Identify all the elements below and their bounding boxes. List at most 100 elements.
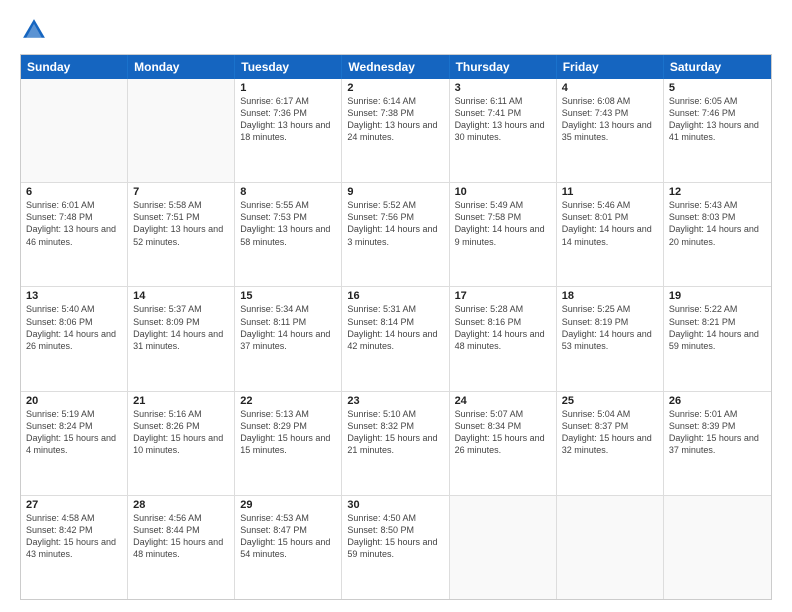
day-info: Sunrise: 5:40 AM Sunset: 8:06 PM Dayligh… bbox=[26, 303, 122, 352]
day-info: Sunrise: 6:17 AM Sunset: 7:36 PM Dayligh… bbox=[240, 95, 336, 144]
day-number: 1 bbox=[240, 82, 336, 94]
day-info: Sunrise: 5:46 AM Sunset: 8:01 PM Dayligh… bbox=[562, 199, 658, 248]
day-info: Sunrise: 5:01 AM Sunset: 8:39 PM Dayligh… bbox=[669, 408, 766, 457]
day-cell-13: 13Sunrise: 5:40 AM Sunset: 8:06 PM Dayli… bbox=[21, 287, 128, 390]
day-number: 5 bbox=[669, 82, 766, 94]
day-info: Sunrise: 5:10 AM Sunset: 8:32 PM Dayligh… bbox=[347, 408, 443, 457]
day-info: Sunrise: 4:50 AM Sunset: 8:50 PM Dayligh… bbox=[347, 512, 443, 561]
day-number: 22 bbox=[240, 395, 336, 407]
day-header-friday: Friday bbox=[557, 55, 664, 79]
day-number: 15 bbox=[240, 290, 336, 302]
day-header-monday: Monday bbox=[128, 55, 235, 79]
day-cell-26: 26Sunrise: 5:01 AM Sunset: 8:39 PM Dayli… bbox=[664, 392, 771, 495]
day-cell-empty bbox=[450, 496, 557, 599]
day-number: 14 bbox=[133, 290, 229, 302]
day-info: Sunrise: 5:34 AM Sunset: 8:11 PM Dayligh… bbox=[240, 303, 336, 352]
day-cell-empty bbox=[128, 79, 235, 182]
day-cell-1: 1Sunrise: 6:17 AM Sunset: 7:36 PM Daylig… bbox=[235, 79, 342, 182]
day-info: Sunrise: 5:16 AM Sunset: 8:26 PM Dayligh… bbox=[133, 408, 229, 457]
day-info: Sunrise: 5:55 AM Sunset: 7:53 PM Dayligh… bbox=[240, 199, 336, 248]
day-info: Sunrise: 5:13 AM Sunset: 8:29 PM Dayligh… bbox=[240, 408, 336, 457]
day-info: Sunrise: 6:01 AM Sunset: 7:48 PM Dayligh… bbox=[26, 199, 122, 248]
day-cell-28: 28Sunrise: 4:56 AM Sunset: 8:44 PM Dayli… bbox=[128, 496, 235, 599]
day-cell-5: 5Sunrise: 6:05 AM Sunset: 7:46 PM Daylig… bbox=[664, 79, 771, 182]
day-cell-17: 17Sunrise: 5:28 AM Sunset: 8:16 PM Dayli… bbox=[450, 287, 557, 390]
day-cell-20: 20Sunrise: 5:19 AM Sunset: 8:24 PM Dayli… bbox=[21, 392, 128, 495]
day-number: 29 bbox=[240, 499, 336, 511]
day-number: 30 bbox=[347, 499, 443, 511]
day-cell-3: 3Sunrise: 6:11 AM Sunset: 7:41 PM Daylig… bbox=[450, 79, 557, 182]
day-number: 26 bbox=[669, 395, 766, 407]
day-info: Sunrise: 5:43 AM Sunset: 8:03 PM Dayligh… bbox=[669, 199, 766, 248]
day-header-thursday: Thursday bbox=[450, 55, 557, 79]
day-number: 25 bbox=[562, 395, 658, 407]
calendar: SundayMondayTuesdayWednesdayThursdayFrid… bbox=[20, 54, 772, 600]
day-number: 3 bbox=[455, 82, 551, 94]
day-cell-16: 16Sunrise: 5:31 AM Sunset: 8:14 PM Dayli… bbox=[342, 287, 449, 390]
day-info: Sunrise: 5:28 AM Sunset: 8:16 PM Dayligh… bbox=[455, 303, 551, 352]
header bbox=[20, 16, 772, 44]
day-number: 6 bbox=[26, 186, 122, 198]
day-header-tuesday: Tuesday bbox=[235, 55, 342, 79]
day-number: 10 bbox=[455, 186, 551, 198]
day-info: Sunrise: 5:58 AM Sunset: 7:51 PM Dayligh… bbox=[133, 199, 229, 248]
calendar-body: 1Sunrise: 6:17 AM Sunset: 7:36 PM Daylig… bbox=[21, 79, 771, 599]
day-number: 2 bbox=[347, 82, 443, 94]
day-info: Sunrise: 6:05 AM Sunset: 7:46 PM Dayligh… bbox=[669, 95, 766, 144]
day-number: 8 bbox=[240, 186, 336, 198]
day-cell-10: 10Sunrise: 5:49 AM Sunset: 7:58 PM Dayli… bbox=[450, 183, 557, 286]
day-number: 28 bbox=[133, 499, 229, 511]
day-number: 19 bbox=[669, 290, 766, 302]
day-cell-empty bbox=[664, 496, 771, 599]
day-cell-15: 15Sunrise: 5:34 AM Sunset: 8:11 PM Dayli… bbox=[235, 287, 342, 390]
day-info: Sunrise: 4:58 AM Sunset: 8:42 PM Dayligh… bbox=[26, 512, 122, 561]
day-info: Sunrise: 5:31 AM Sunset: 8:14 PM Dayligh… bbox=[347, 303, 443, 352]
day-cell-21: 21Sunrise: 5:16 AM Sunset: 8:26 PM Dayli… bbox=[128, 392, 235, 495]
week-row-1: 1Sunrise: 6:17 AM Sunset: 7:36 PM Daylig… bbox=[21, 79, 771, 182]
week-row-5: 27Sunrise: 4:58 AM Sunset: 8:42 PM Dayli… bbox=[21, 495, 771, 599]
day-number: 24 bbox=[455, 395, 551, 407]
day-number: 9 bbox=[347, 186, 443, 198]
day-info: Sunrise: 5:22 AM Sunset: 8:21 PM Dayligh… bbox=[669, 303, 766, 352]
day-cell-9: 9Sunrise: 5:52 AM Sunset: 7:56 PM Daylig… bbox=[342, 183, 449, 286]
day-cell-22: 22Sunrise: 5:13 AM Sunset: 8:29 PM Dayli… bbox=[235, 392, 342, 495]
day-cell-30: 30Sunrise: 4:50 AM Sunset: 8:50 PM Dayli… bbox=[342, 496, 449, 599]
day-cell-12: 12Sunrise: 5:43 AM Sunset: 8:03 PM Dayli… bbox=[664, 183, 771, 286]
day-number: 27 bbox=[26, 499, 122, 511]
day-info: Sunrise: 5:07 AM Sunset: 8:34 PM Dayligh… bbox=[455, 408, 551, 457]
day-number: 20 bbox=[26, 395, 122, 407]
day-header-saturday: Saturday bbox=[664, 55, 771, 79]
day-number: 18 bbox=[562, 290, 658, 302]
day-cell-4: 4Sunrise: 6:08 AM Sunset: 7:43 PM Daylig… bbox=[557, 79, 664, 182]
day-number: 12 bbox=[669, 186, 766, 198]
day-cell-24: 24Sunrise: 5:07 AM Sunset: 8:34 PM Dayli… bbox=[450, 392, 557, 495]
day-cell-7: 7Sunrise: 5:58 AM Sunset: 7:51 PM Daylig… bbox=[128, 183, 235, 286]
day-number: 17 bbox=[455, 290, 551, 302]
week-row-2: 6Sunrise: 6:01 AM Sunset: 7:48 PM Daylig… bbox=[21, 182, 771, 286]
day-number: 11 bbox=[562, 186, 658, 198]
day-cell-25: 25Sunrise: 5:04 AM Sunset: 8:37 PM Dayli… bbox=[557, 392, 664, 495]
day-cell-14: 14Sunrise: 5:37 AM Sunset: 8:09 PM Dayli… bbox=[128, 287, 235, 390]
day-info: Sunrise: 5:25 AM Sunset: 8:19 PM Dayligh… bbox=[562, 303, 658, 352]
day-info: Sunrise: 5:19 AM Sunset: 8:24 PM Dayligh… bbox=[26, 408, 122, 457]
day-cell-8: 8Sunrise: 5:55 AM Sunset: 7:53 PM Daylig… bbox=[235, 183, 342, 286]
day-info: Sunrise: 4:53 AM Sunset: 8:47 PM Dayligh… bbox=[240, 512, 336, 561]
day-cell-29: 29Sunrise: 4:53 AM Sunset: 8:47 PM Dayli… bbox=[235, 496, 342, 599]
day-info: Sunrise: 6:11 AM Sunset: 7:41 PM Dayligh… bbox=[455, 95, 551, 144]
logo bbox=[20, 16, 52, 44]
day-cell-27: 27Sunrise: 4:58 AM Sunset: 8:42 PM Dayli… bbox=[21, 496, 128, 599]
day-info: Sunrise: 5:52 AM Sunset: 7:56 PM Dayligh… bbox=[347, 199, 443, 248]
week-row-3: 13Sunrise: 5:40 AM Sunset: 8:06 PM Dayli… bbox=[21, 286, 771, 390]
day-cell-11: 11Sunrise: 5:46 AM Sunset: 8:01 PM Dayli… bbox=[557, 183, 664, 286]
page: SundayMondayTuesdayWednesdayThursdayFrid… bbox=[0, 0, 792, 612]
day-number: 23 bbox=[347, 395, 443, 407]
day-cell-6: 6Sunrise: 6:01 AM Sunset: 7:48 PM Daylig… bbox=[21, 183, 128, 286]
day-number: 4 bbox=[562, 82, 658, 94]
day-info: Sunrise: 6:14 AM Sunset: 7:38 PM Dayligh… bbox=[347, 95, 443, 144]
day-number: 13 bbox=[26, 290, 122, 302]
day-header-sunday: Sunday bbox=[21, 55, 128, 79]
day-number: 16 bbox=[347, 290, 443, 302]
day-cell-empty bbox=[557, 496, 664, 599]
logo-icon bbox=[20, 16, 48, 44]
day-cell-19: 19Sunrise: 5:22 AM Sunset: 8:21 PM Dayli… bbox=[664, 287, 771, 390]
